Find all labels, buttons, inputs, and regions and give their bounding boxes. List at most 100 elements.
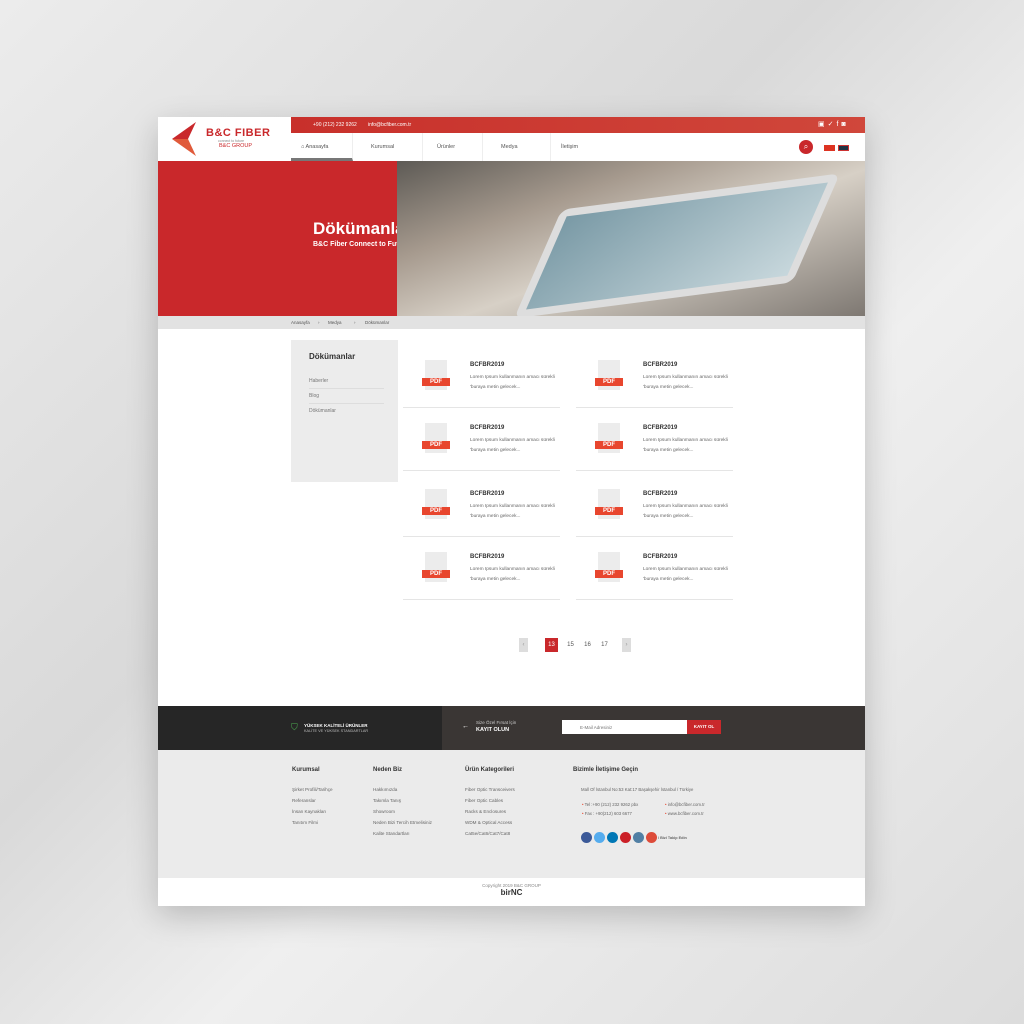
footer-link[interactable]: Showroom (373, 809, 395, 814)
footer-link[interactable]: Cat5e/Cat6/Cat7/Cat8 (465, 831, 510, 836)
pdf-file-icon: PDF (595, 489, 623, 519)
footer-link[interactable]: Neden Bizi Tercih Etmelisiniz (373, 820, 432, 825)
google-plus-icon[interactable] (646, 832, 657, 843)
instagram-icon[interactable]: ◙ (841, 121, 848, 128)
footer-link[interactable]: Referanslar (292, 798, 316, 803)
nav-item-urunler[interactable]: Ürünler (423, 133, 483, 161)
document-title[interactable]: BCFBR2019 (643, 362, 677, 368)
footer-link[interactable]: WDM & Optical Access (465, 820, 512, 825)
footer-link[interactable]: Fiber Optic Cables (465, 798, 503, 803)
logo-name: B&C FIBER (206, 127, 271, 139)
document-card[interactable]: PDF BCFBR2019 Lorem Ipsum kullanmanın amac… (403, 540, 560, 600)
pdf-file-icon: PDF (595, 360, 623, 390)
nav-item-kurumsal[interactable]: Kurumsal (353, 133, 423, 161)
contact-email[interactable]: • info@bcfiber.com.tr (665, 802, 705, 807)
pdf-file-icon: PDF (595, 423, 623, 453)
document-title[interactable]: BCFBR2019 (643, 554, 677, 560)
top-bar: +90 (212) 232 9262 info@bcfiber.com.tr ▣… (291, 117, 865, 133)
email-input[interactable] (562, 720, 687, 734)
pdf-badge: PDF (422, 507, 450, 515)
footer-link[interactable]: Hakkımızda (373, 787, 397, 792)
sidebar: Dökümanlar Haberler Blog Dökümanlar (291, 340, 398, 482)
sidebar-item-haberler[interactable]: Haberler (309, 374, 384, 389)
document-card[interactable]: PDF BCFBR2019 Lorem Ipsum kullanmanın amac… (403, 411, 560, 471)
footer-link[interactable]: Şirket Profili/Tarihçe (292, 787, 333, 792)
twitter-icon[interactable] (594, 832, 605, 843)
document-title[interactable]: BCFBR2019 (470, 491, 504, 497)
pdf-file-icon: PDF (422, 489, 450, 519)
contact-web[interactable]: • www.bcfiber.com.tr (665, 811, 704, 816)
pdf-badge: PDF (595, 378, 623, 386)
nav-label: Medya (501, 144, 518, 150)
pinterest-icon[interactable] (620, 832, 631, 843)
document-description: Lorem Ipsum kullanmanın amacı sürekli 'b… (643, 375, 728, 390)
email[interactable]: info@bcfiber.com.tr (368, 122, 411, 128)
document-title[interactable]: BCFBR2019 (643, 425, 677, 431)
document-card[interactable]: PDF BCFBR2019 Lorem Ipsum kullanmanın amac… (576, 540, 733, 600)
main-nav: ⌂ Anasayfa Kurumsal Ürünler Medya İletiş… (291, 133, 865, 161)
phone[interactable]: +90 (212) 232 9262 (313, 122, 357, 128)
twitter-icon[interactable]: ✓ (828, 121, 837, 128)
document-title[interactable]: BCFBR2019 (643, 491, 677, 497)
sidebar-item-blog[interactable]: Blog (309, 389, 384, 404)
fax-text: Fax : +90(212) 603 6677 (584, 811, 632, 816)
document-card[interactable]: PDF BCFBR2019 Lorem Ipsum kullanmanın amac… (576, 411, 733, 471)
document-title[interactable]: BCFBR2019 (470, 425, 504, 431)
pdf-file-icon: PDF (422, 423, 450, 453)
sidebar-item-dokumanlar[interactable]: Dökümanlar (309, 404, 384, 419)
page: B&C FIBER connect to future B&C GROUP +9… (158, 117, 865, 906)
subscribe-button[interactable]: KAYIT OL (687, 720, 721, 734)
nav-item-medya[interactable]: Medya (483, 133, 551, 161)
instagram-icon[interactable] (633, 832, 644, 843)
page-16[interactable]: 16 (581, 638, 594, 652)
linkedin-icon[interactable] (607, 832, 618, 843)
contact-tel[interactable]: • Tel :+90 (212) 232 9262 pbx (582, 802, 638, 807)
pdf-badge: PDF (422, 441, 450, 449)
pdf-file-icon: PDF (422, 360, 450, 390)
logo-group: B&C GROUP (219, 143, 253, 149)
document-title[interactable]: BCFBR2019 (470, 554, 504, 560)
english-flag-icon[interactable] (838, 145, 849, 151)
footer-link[interactable]: İnsan Kaynakları (292, 809, 326, 814)
document-card[interactable]: PDF BCFBR2019 Lorem Ipsum kullanmanın amac… (403, 348, 560, 408)
facebook-icon[interactable] (581, 832, 592, 843)
breadcrumb-medya[interactable]: Medya (328, 320, 342, 325)
linkedin-icon[interactable]: ▣ (818, 121, 828, 128)
document-description: Lorem Ipsum kullanmanın amacı sürekli 'b… (643, 567, 728, 582)
breadcrumb-current: Dökümanlar (365, 320, 390, 325)
footer-link[interactable]: Fiber Optic Transceivers (465, 787, 515, 792)
newsletter-band: ← Size Özel Fırsat İçin KAYIT OLUN KAYIT… (442, 706, 865, 750)
footer-link[interactable]: Tanıtım Filmi (292, 820, 318, 825)
footer-column-title: Neden Biz (373, 767, 403, 773)
document-card[interactable]: PDF BCFBR2019 Lorem Ipsum kullanmanın amac… (576, 477, 733, 537)
nav-label: Kurumsal (371, 144, 395, 150)
breadcrumb: Anasayfa › Medya › Dökümanlar (158, 316, 865, 329)
footer-column-title: Kurumsal (292, 767, 320, 773)
page-13[interactable]: 13 (545, 638, 558, 652)
pdf-badge: PDF (422, 378, 450, 386)
footer-link[interactable]: Takımla Tanış (373, 798, 401, 803)
footer-link[interactable]: Racks & Enclosures (465, 809, 506, 814)
page-15[interactable]: 15 (564, 638, 577, 652)
credit-logo[interactable]: birNC (158, 888, 865, 897)
document-title[interactable]: BCFBR2019 (470, 362, 504, 368)
pagination-prev[interactable]: ‹ (519, 638, 528, 652)
logo[interactable]: B&C FIBER connect to future B&C GROUP (158, 117, 291, 161)
footer-link[interactable]: Kalite Standartları (373, 831, 410, 836)
pdf-badge: PDF (422, 570, 450, 578)
page-17[interactable]: 17 (598, 638, 611, 652)
search-icon[interactable]: ⌕ (799, 140, 813, 154)
quality-band: ⛉ YÜKSEK KALİTELİ ÜRÜNLER KALİTE VE YÜKS… (158, 706, 442, 750)
nav-item-home[interactable]: ⌂ Anasayfa (291, 133, 353, 161)
turkish-flag-icon[interactable] (824, 145, 835, 151)
nav-item-iletisim[interactable]: İletişim (551, 133, 611, 161)
document-card[interactable]: PDF BCFBR2019 Lorem Ipsum kullanmanın amac… (576, 348, 733, 408)
pdf-badge: PDF (595, 507, 623, 515)
document-card[interactable]: PDF BCFBR2019 Lorem Ipsum kullanmanın amac… (403, 477, 560, 537)
breadcrumb-home[interactable]: Anasayfa (291, 320, 310, 325)
quality-subtitle: KALİTE VE YÜKSEK STANDARTLAR (304, 729, 369, 733)
promo-big: KAYIT OLUN (476, 727, 510, 733)
hero-banner: Dökümanlar B&C Fiber Connect to Future (158, 161, 411, 316)
document-description: Lorem Ipsum kullanmanın amacı sürekli 'b… (643, 438, 728, 453)
pagination-next[interactable]: › (622, 638, 631, 652)
